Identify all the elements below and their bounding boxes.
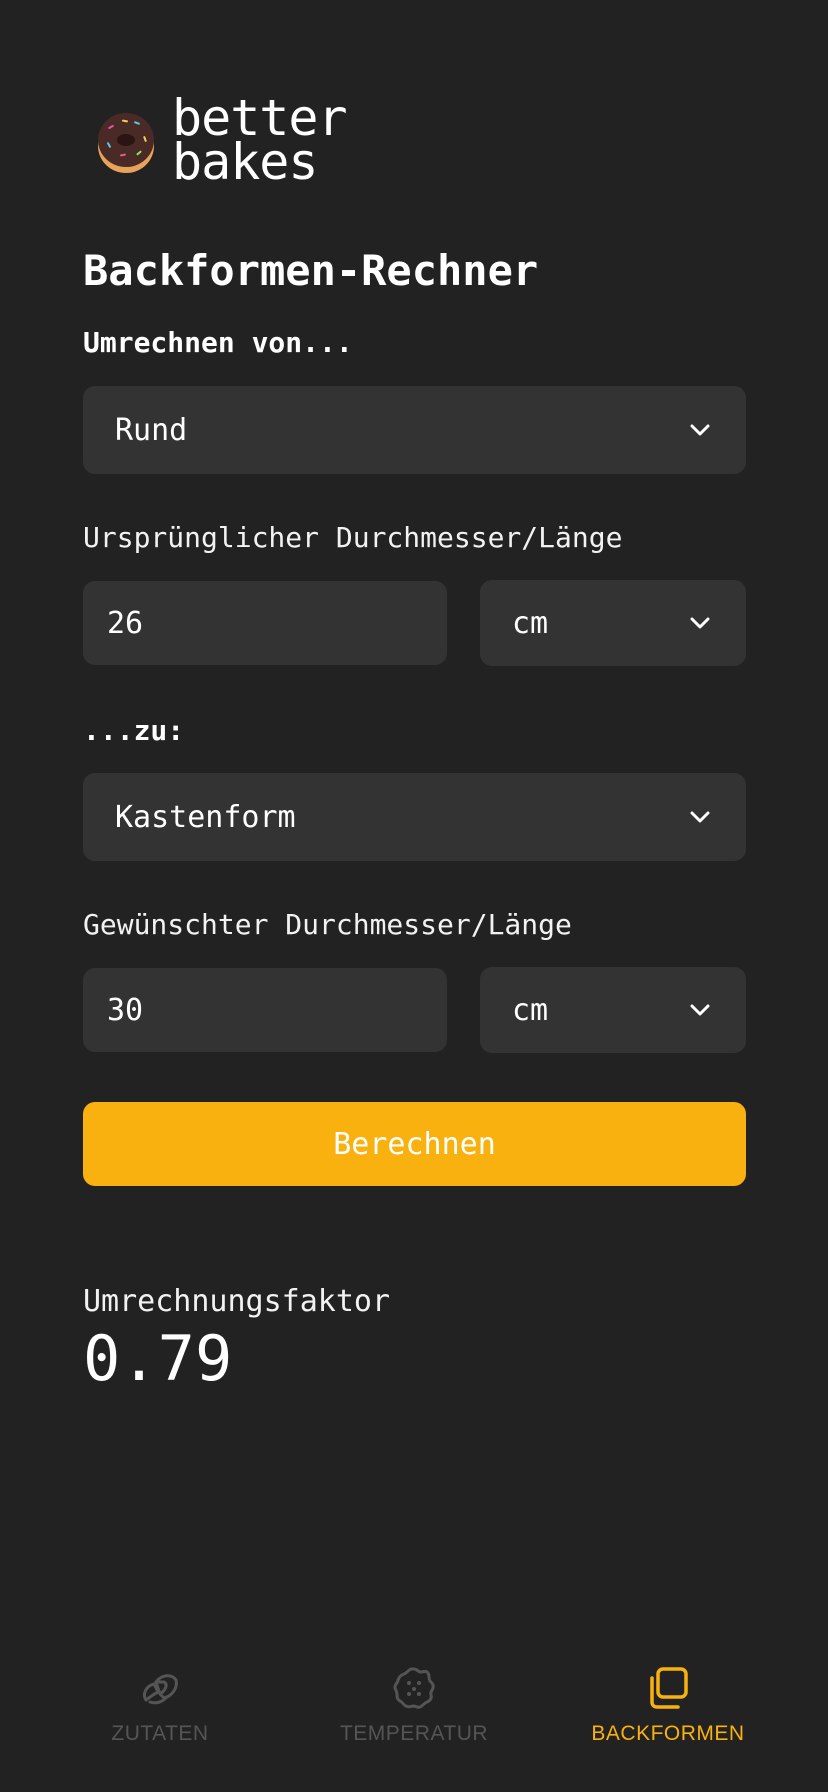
from-shape-select[interactable]: Rund (83, 386, 746, 474)
chevron-down-icon (690, 811, 710, 823)
nav-label-zutaten: ZUTATEN (111, 1722, 209, 1745)
nav-item-temperatur[interactable]: TEMPERATUR (304, 1664, 524, 1746)
to-size-input[interactable]: 30 (83, 968, 447, 1052)
from-unit-value: cm (512, 605, 549, 641)
nav-item-backformen[interactable]: BACKFORMEN (558, 1664, 778, 1746)
to-unit-value: cm (512, 992, 549, 1028)
chevron-down-icon (690, 617, 710, 629)
to-heading: ...zu: (83, 714, 185, 747)
from-shape-value: Rund (115, 412, 188, 448)
from-size-input[interactable]: 26 (83, 581, 447, 665)
app-logo: better bakes (96, 93, 396, 187)
chevron-down-icon (690, 1004, 710, 1016)
logo-wordmark: better bakes (172, 93, 348, 187)
nav-item-zutaten[interactable]: ZUTATEN (50, 1664, 270, 1746)
donut-icon (98, 113, 154, 173)
calculate-button[interactable]: Berechnen (83, 1102, 746, 1186)
from-unit-select[interactable]: cm (480, 580, 746, 666)
cookie-icon (393, 1667, 435, 1709)
to-unit-select[interactable]: cm (480, 967, 746, 1053)
calculate-button-label: Berechnen (333, 1126, 496, 1162)
to-shape-value: Kastenform (115, 799, 296, 835)
result-label: Umrechnungsfaktor (83, 1284, 391, 1319)
from-size-value: 26 (107, 605, 144, 641)
from-size-label: Ursprünglicher Durchmesser/Länge (83, 521, 623, 554)
to-size-label: Gewünschter Durchmesser/Länge (83, 908, 572, 941)
chevron-down-icon (690, 424, 710, 436)
croissant-icon (142, 1674, 178, 1705)
baking-pans-icon (650, 1667, 688, 1709)
page-title: Backformen-Rechner (83, 246, 539, 295)
nav-label-temperatur: TEMPERATUR (339, 1722, 489, 1745)
from-heading: Umrechnen von... (83, 326, 353, 359)
result-value: 0.79 (83, 1322, 233, 1395)
to-size-value: 30 (107, 992, 144, 1028)
nav-label-backformen: BACKFORMEN (591, 1722, 745, 1745)
to-shape-select[interactable]: Kastenform (83, 773, 746, 861)
